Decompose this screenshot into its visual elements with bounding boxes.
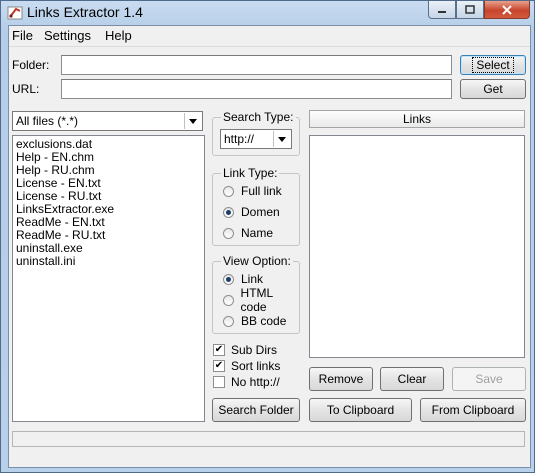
save-button[interactable]: Save	[452, 367, 526, 391]
search-type-value: http://	[224, 132, 255, 146]
close-icon	[502, 4, 512, 15]
checkbox-label: No http://	[231, 375, 280, 389]
view-option-link[interactable]: Link	[223, 271, 263, 287]
option-label: Name	[241, 226, 274, 240]
dropdown-arrow-icon[interactable]	[273, 131, 290, 147]
radio-icon[interactable]	[223, 185, 234, 197]
option-label: Link	[241, 272, 264, 286]
remove-button[interactable]: Remove	[309, 367, 373, 391]
radio-selected-icon[interactable]	[223, 273, 234, 285]
search-type-title: Search Type:	[221, 110, 296, 124]
link-type-full-link[interactable]: Full link	[223, 183, 282, 199]
file-filter-value: All files (*.*)	[16, 114, 79, 128]
folder-label: Folder:	[12, 58, 50, 72]
checkbox-label: Sub Dirs	[231, 343, 278, 357]
links-header[interactable]: Links	[309, 110, 525, 128]
option-label: HTML code	[240, 286, 273, 314]
app-logo-icon	[7, 6, 23, 20]
client-area: File Settings Help Folder: Select URL: G…	[8, 25, 531, 468]
link-type-domen[interactable]: Domen	[223, 204, 280, 220]
maximize-button[interactable]	[456, 1, 484, 19]
file-filter-select[interactable]: All files (*.*)	[12, 111, 203, 131]
link-type-group: Link Type: Full link Domen Name	[212, 166, 300, 246]
title-bar[interactable]: Links Extractor 1.4	[1, 1, 534, 25]
dropdown-arrow-icon[interactable]	[184, 113, 201, 129]
option-label: Full link	[241, 184, 282, 198]
no-http-checkbox[interactable]: No http://	[213, 374, 280, 390]
close-button[interactable]	[484, 1, 530, 19]
clear-button[interactable]: Clear	[380, 367, 444, 391]
view-option-bb-code[interactable]: BB code	[223, 313, 286, 329]
main-window: Links Extractor 1.4 File Settings Help F…	[0, 0, 535, 473]
checkbox-label: Sort links	[231, 359, 281, 373]
url-input[interactable]	[61, 79, 452, 99]
file-list[interactable]: exclusions.dat Help - EN.chm Help - RU.c…	[12, 135, 205, 422]
view-option-group: View Option: Link HTML code BB code	[212, 254, 300, 334]
menu-help[interactable]: Help	[105, 28, 132, 43]
sub-dirs-checkbox[interactable]: ✔ Sub Dirs	[213, 342, 277, 358]
maximize-icon	[465, 5, 475, 14]
caption-buttons	[428, 1, 530, 19]
menu-file[interactable]: File	[12, 28, 33, 43]
minimize-icon	[438, 10, 446, 13]
select-button[interactable]: Select	[460, 55, 526, 75]
links-list[interactable]	[309, 135, 525, 358]
folder-input[interactable]	[61, 55, 452, 75]
radio-icon[interactable]	[223, 294, 234, 306]
link-type-name[interactable]: Name	[223, 225, 273, 241]
link-type-title: Link Type:	[221, 166, 280, 180]
option-label: BB code	[241, 314, 287, 328]
list-item[interactable]: uninstall.ini	[16, 255, 75, 268]
from-clipboard-button[interactable]: From Clipboard	[420, 398, 526, 422]
menu-settings[interactable]: Settings	[44, 28, 91, 43]
url-label: URL:	[12, 82, 40, 96]
view-option-html-code[interactable]: HTML code	[223, 286, 299, 314]
checkbox-checked-icon[interactable]: ✔	[213, 344, 225, 356]
sort-links-checkbox[interactable]: ✔ Sort links	[213, 358, 280, 374]
get-button[interactable]: Get	[460, 79, 526, 99]
option-label: Domen	[241, 205, 280, 219]
checkbox-checked-icon[interactable]: ✔	[213, 360, 225, 372]
checkbox-unchecked-icon[interactable]	[213, 376, 225, 388]
window-title: Links Extractor 1.4	[27, 4, 143, 20]
search-type-select[interactable]: http://	[220, 129, 292, 149]
select-button-label: Select	[472, 57, 514, 73]
radio-icon[interactable]	[223, 227, 234, 239]
menu-bar: File Settings Help	[9, 26, 530, 47]
view-option-title: View Option:	[221, 254, 293, 268]
minimize-button[interactable]	[428, 1, 456, 19]
status-bar	[12, 431, 525, 447]
radio-selected-icon[interactable]	[223, 206, 234, 218]
to-clipboard-button[interactable]: To Clipboard	[309, 398, 412, 422]
radio-icon[interactable]	[223, 315, 234, 327]
search-folder-button[interactable]: Search Folder	[212, 398, 300, 422]
search-type-group: Search Type: http://	[212, 110, 300, 156]
